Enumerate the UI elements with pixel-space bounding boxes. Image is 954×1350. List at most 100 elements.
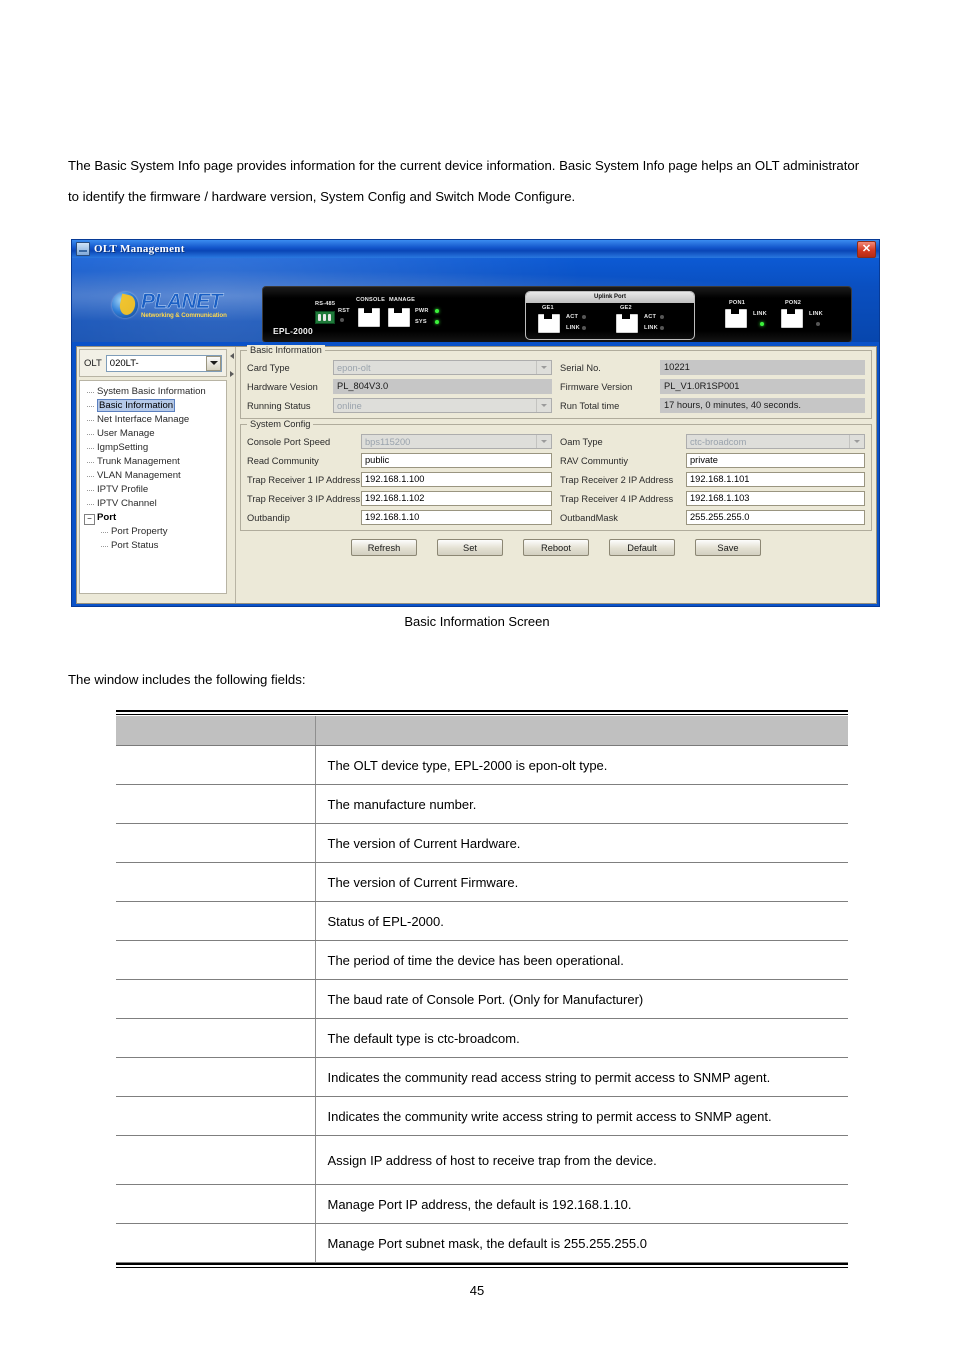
table-row: Status of EPL-2000. [116,901,848,941]
table-cell-description: Indicates the community read access stri… [315,1057,848,1097]
chevron-down-icon[interactable] [536,435,551,448]
outbandmask-input[interactable]: 255.255.255.0 [686,510,865,525]
table-cell-field [116,1135,316,1185]
console-port-speed-select[interactable]: bps115200 [361,434,552,449]
tree-item-basic-information[interactable]: Basic Information [83,399,224,413]
table-header-object [116,716,316,746]
community-row: Read Community public RAV Communtiy priv… [247,453,865,468]
default-button[interactable]: Default [609,539,675,556]
tree-item-label: Port Status [111,540,159,551]
rw-community-input[interactable]: private [686,453,865,468]
set-button[interactable]: Set [437,539,503,556]
table-cell-description: Status of EPL-2000. [315,901,848,941]
tree-item-label: System Basic Information [97,386,206,397]
tree-item-user-manage[interactable]: User Manage [83,427,224,441]
ge2-link-led-icon [660,326,664,330]
reboot-button[interactable]: Reboot [523,539,589,556]
chevron-down-icon[interactable] [206,355,221,371]
card-type-select[interactable]: epon-olt [333,360,552,375]
outband-row: Outbandip 192.168.1.10 OutbandMask 255.2… [247,510,865,525]
ge1-link-label: LINK [566,325,580,331]
uplink-port-label: Uplink Port [526,292,694,303]
tree-item-net-interface-manage[interactable]: Net Interface Manage [83,413,224,427]
table-cell-field [116,1096,316,1136]
table-cell-description: The version of Current Hardware. [315,823,848,863]
trap-receiver-4-label: Trap Receiver 4 IP Address [560,493,674,504]
table-cell-description: Assign IP address of host to receive tra… [315,1135,848,1185]
window-client-area: OLT 020LT- System Basic Information Basi… [76,345,877,604]
ge2-port-icon [616,314,638,333]
table-row: Manage Port subnet mask, the default is … [116,1223,848,1263]
trap-receiver-1-input[interactable]: 192.168.1.100 [361,472,552,487]
trap-receiver-3-input[interactable]: 192.168.1.102 [361,491,552,506]
card-type-row: Card Type epon-olt Serial No. 10221 [247,360,865,375]
rst-button-icon [340,318,344,322]
trap-receiver-2-input[interactable]: 192.168.1.101 [686,472,865,487]
tree-item-igmp-setting[interactable]: IgmpSetting [83,441,224,455]
table-cell-description: The period of time the device has been o… [315,940,848,980]
tree-item-trunk-management[interactable]: Trunk Management [83,455,224,469]
tree-item-iptv-profile[interactable]: IPTV Profile [83,483,224,497]
basic-information-group-title: Basic Information [247,345,325,355]
olt-select[interactable]: 020LT- [105,354,222,372]
navigation-tree[interactable]: System Basic Information Basic Informati… [79,380,227,594]
serial-no-value: 10221 [660,360,865,375]
serial-no-label: Serial No. [560,362,601,373]
save-button[interactable]: Save [695,539,761,556]
run-total-time-value: 17 hours, 0 minutes, 40 seconds. [660,398,865,413]
table-top-rule [116,710,848,715]
firmware-version-value: PL_V1.0R1SP001 [660,379,865,394]
running-status-label: Running Status [247,400,311,411]
ge2-label: GE2 [620,305,632,311]
console-port-icon [358,308,380,327]
tree-item-label: Trunk Management [97,456,180,467]
tree-item-port-status[interactable]: Port Status [83,539,224,553]
outbandip-input[interactable]: 192.168.1.10 [361,510,552,525]
pane-splitter[interactable] [229,347,235,603]
trap-receiver-2-label: Trap Receiver 2 IP Address [560,474,674,485]
fields-intro-text: The window includes the following fields… [68,672,306,687]
table-row: The OLT device type, EPL-2000 is epon-ol… [116,745,848,785]
table-cell-field [116,823,316,863]
oam-type-select[interactable]: ctc-broadcom [686,434,865,449]
tree-item-label: Port [97,512,117,523]
chevron-down-icon[interactable] [849,435,864,448]
rs485-label: RS-485 [315,301,336,307]
pwr-label: PWR [415,308,429,314]
table-cell-field [116,940,316,980]
console-speed-row: Console Port Speed bps115200 Oam Type ct… [247,434,865,449]
tree-item-label: Net Interface Manage [97,414,190,425]
logo-tagline: Networking & Communication [141,312,227,319]
tree-item-label: User Manage [97,428,155,439]
uplink-port-group: Uplink Port GE1 ACT LINK GE2 ACT LINK [525,291,695,340]
tree-item-port[interactable]: − Port [83,511,224,525]
chevron-down-icon[interactable] [536,361,551,374]
tree-item-iptv-channel[interactable]: IPTV Channel [83,497,224,511]
hardware-version-row: Hardware Vesion PL_804V3.0 Firmware Vers… [247,379,865,394]
table-row: The baud rate of Console Port. (Only for… [116,979,848,1019]
table-cell-description: The OLT device type, EPL-2000 is epon-ol… [315,745,848,785]
pon2-link-led-icon [816,322,820,326]
refresh-button[interactable]: Refresh [351,539,417,556]
table-cell-field [116,1184,316,1224]
ge1-act-label: ACT [566,314,579,320]
trap-receiver-4-input[interactable]: 192.168.1.103 [686,491,865,506]
table-cell-description: The baud rate of Console Port. (Only for… [315,979,848,1019]
tree-item-vlan-management[interactable]: VLAN Management [83,469,224,483]
tree-item-system-basic-information[interactable]: System Basic Information [83,385,224,399]
read-community-input[interactable]: public [361,453,552,468]
close-icon[interactable]: ✕ [857,240,876,258]
table-row: Indicates the community read access stri… [116,1057,848,1097]
tree-item-port-property[interactable]: Port Property [83,525,224,539]
running-status-row: Running Status online Run Total time 17 … [247,398,865,413]
rw-community-label: RAV Communtiy [560,455,629,466]
collapse-expander-icon[interactable]: − [84,514,95,525]
running-status-select[interactable]: online [333,398,552,413]
tree-item-label: VLAN Management [97,470,181,481]
chevron-down-icon[interactable] [536,399,551,412]
ge2-link-label: LINK [644,325,658,331]
content-pane: Basic Information Card Type epon-olt Ser… [235,345,876,603]
tree-item-label: Port Property [111,526,168,537]
action-button-row: Refresh Set Reboot Default Save [240,536,872,556]
trap-receiver-34-row: Trap Receiver 3 IP Address 192.168.1.102… [247,491,865,506]
